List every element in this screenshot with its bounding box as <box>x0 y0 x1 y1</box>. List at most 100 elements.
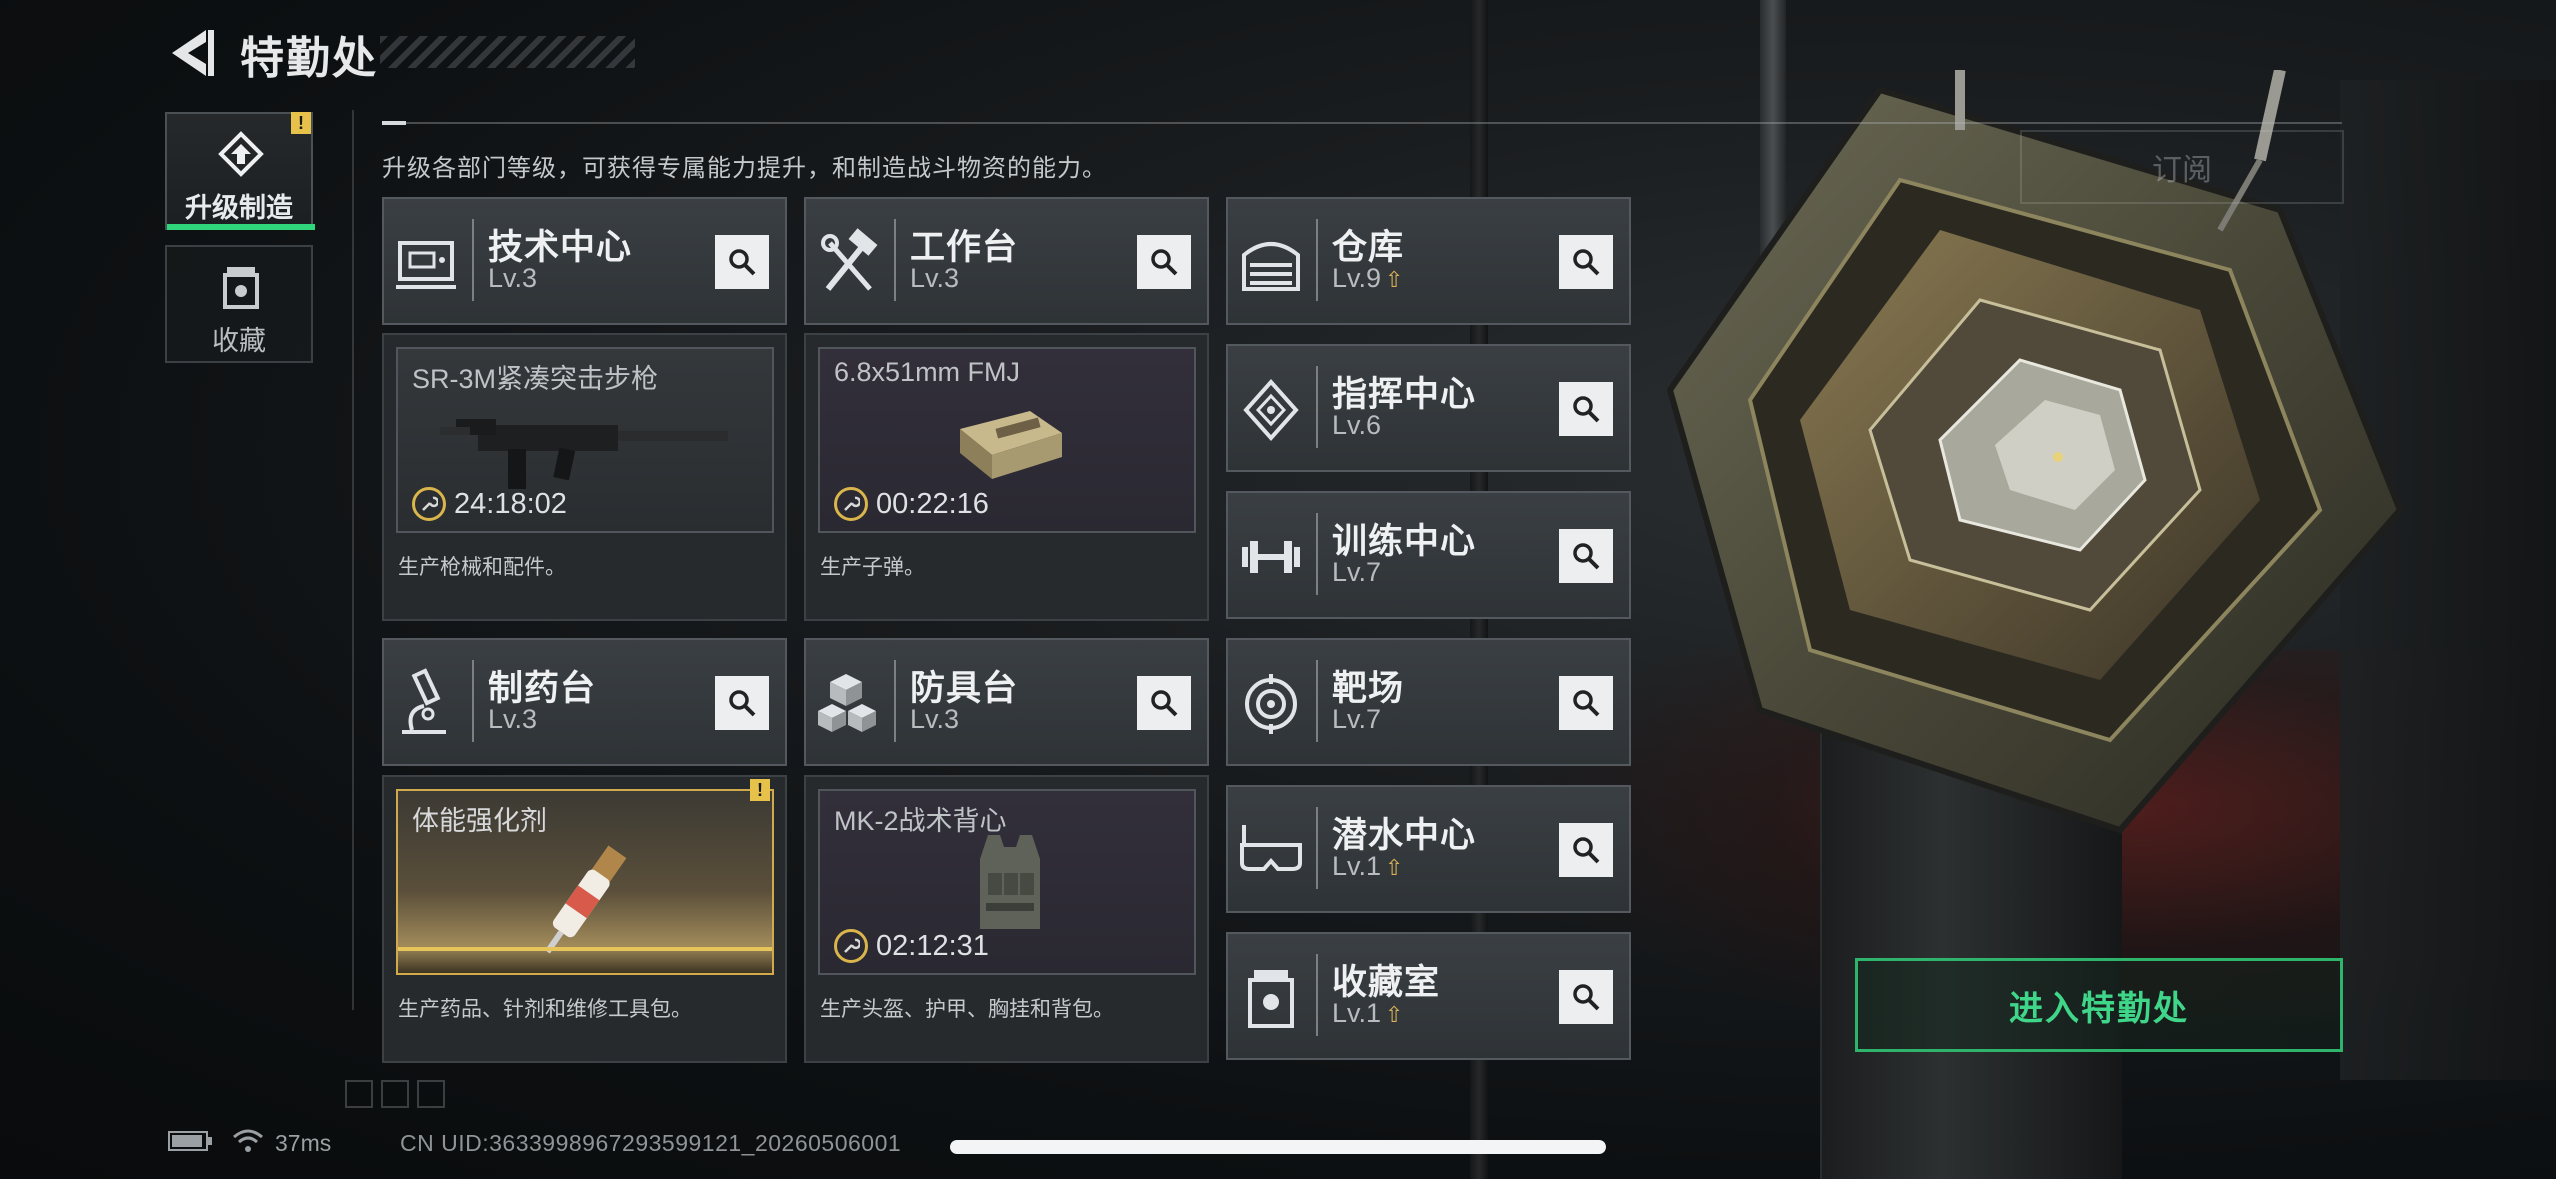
back-arrow-icon[interactable] <box>166 26 216 80</box>
title-decoration <box>380 36 635 68</box>
search-icon <box>729 690 756 717</box>
collection-jar-icon <box>223 267 259 309</box>
nav-active-indicator <box>167 224 315 230</box>
ready-progress-line <box>398 947 772 951</box>
production-item-name: 体能强化剂 <box>412 806 547 836</box>
search-button[interactable] <box>1559 382 1613 436</box>
subscribe-button[interactable]: 订阅 <box>2020 130 2344 204</box>
warehouse-shutter-icon <box>1242 242 1300 291</box>
department-card-training-center[interactable]: 训练中心 Lv.7 <box>1226 491 1631 619</box>
search-button[interactable] <box>1137 235 1191 289</box>
search-button[interactable] <box>1559 235 1613 289</box>
production-slot-ready[interactable]: 体能强化剂 <box>396 789 774 975</box>
wrench-icon <box>412 487 446 521</box>
department-card-warehouse[interactable]: 仓库 Lv.9 ⇧ <box>1226 197 1631 325</box>
nav-upgrade-alert-badge: ! <box>291 112 311 134</box>
production-timer-value: 02:12:31 <box>876 929 989 962</box>
wrench-icon <box>834 487 868 521</box>
search-icon <box>1573 249 1600 276</box>
production-panel-workbench[interactable]: 6.8x51mm FMJ 00:22:16 生产子弹。 <box>804 333 1209 621</box>
nav-divider <box>352 110 354 1010</box>
production-panel-pharmacy[interactable]: 体能强化剂 ! 生产药品、针剂和维修工具包。 <box>382 775 787 1063</box>
production-panel-armor[interactable]: MK-2战术背心 02:12:31 生产头盔、护甲、胸挂和背包。 <box>804 775 1209 1063</box>
rifle-image <box>440 419 728 489</box>
production-item-name: 6.8x51mm FMJ <box>834 357 1021 387</box>
production-slot[interactable]: 6.8x51mm FMJ 00:22:16 <box>818 347 1196 533</box>
production-item-name: SR-3M紧凑突击步枪 <box>412 364 659 394</box>
subscribe-label: 订阅 <box>2152 154 2212 187</box>
collection-jar-icon <box>1248 970 1294 1028</box>
production-slot[interactable]: MK-2战术背心 02:12:31 <box>818 789 1196 975</box>
production-timer: 00:22:16 <box>834 487 989 521</box>
search-icon <box>1151 249 1178 276</box>
search-icon <box>1573 396 1600 423</box>
header-divider-accent <box>382 121 406 125</box>
search-button[interactable] <box>1559 970 1613 1024</box>
wifi-icon <box>233 1129 263 1152</box>
production-description: 生产头盔、护甲、胸挂和背包。 <box>820 998 1114 1021</box>
production-ready-alert-badge: ! <box>750 779 770 801</box>
search-button[interactable] <box>715 676 769 730</box>
department-card-armor[interactable]: 防具台 Lv.3 <box>804 638 1209 766</box>
nav-tab-favorites[interactable]: 收藏 <box>165 245 313 363</box>
department-level: Lv.3 <box>910 704 960 734</box>
upgrade-available-icon: ⇧ <box>1385 267 1404 292</box>
enter-special-ops-label: 进入特勤处 <box>2009 989 2189 1028</box>
status-icons <box>168 1128 264 1154</box>
department-level: Lv.9 ⇧ <box>1332 263 1403 294</box>
search-icon <box>1151 690 1178 717</box>
target-icon <box>1245 674 1297 734</box>
search-icon <box>1573 984 1600 1011</box>
search-button[interactable] <box>1559 823 1613 877</box>
nav-tab-upgrade[interactable]: 升级制造 ! <box>165 112 315 230</box>
search-button[interactable] <box>1137 676 1191 730</box>
production-timer-value: 24:18:02 <box>454 487 567 520</box>
tech-center-icon <box>396 241 456 289</box>
department-level: Lv.7 <box>1332 704 1382 734</box>
department-card-workbench[interactable]: 工作台 Lv.3 <box>804 197 1209 325</box>
search-icon <box>1573 690 1600 717</box>
enter-special-ops-button[interactable]: 进入特勤处 <box>1855 958 2343 1052</box>
production-timer-value: 00:22:16 <box>876 487 989 520</box>
command-center-icon <box>1243 378 1299 442</box>
search-button[interactable] <box>1559 529 1613 583</box>
production-panel-tech-center[interactable]: SR-3M紧凑突击步枪 24:18:02 生产枪械和配件。 <box>382 333 787 621</box>
production-description: 生产药品、针剂和维修工具包。 <box>398 998 692 1021</box>
department-card-diving-center[interactable]: 潜水中心 Lv.1 ⇧ <box>1226 785 1631 913</box>
upgrade-build-icon <box>218 131 264 177</box>
department-card-pharmacy[interactable]: 制药台 Lv.3 <box>382 638 787 766</box>
ammo-box-image <box>960 411 1062 479</box>
department-level: Lv.3 <box>488 704 538 734</box>
department-level-value: Lv.1 <box>1332 851 1382 881</box>
page-title: 特勤处 <box>240 34 378 83</box>
department-card-shooting-range[interactable]: 靶场 Lv.7 <box>1226 638 1631 766</box>
production-timer: 24:18:02 <box>412 487 567 521</box>
department-level: Lv.7 <box>1332 557 1382 587</box>
department-level: Lv.6 <box>1332 410 1382 440</box>
home-indicator[interactable] <box>950 1140 1606 1154</box>
search-icon <box>729 249 756 276</box>
department-level: Lv.1 ⇧ <box>1332 851 1403 882</box>
nav-tab-upgrade-label: 升级制造 <box>185 193 293 223</box>
department-level-value: Lv.1 <box>1332 998 1382 1028</box>
intro-description: 升级各部门等级，可获得专属能力提升，和制造战斗物资的能力。 <box>382 155 1107 182</box>
user-uid: CN UID:3633998967293599121_20260506001 <box>400 1130 902 1156</box>
decorative-squares <box>345 1080 445 1108</box>
search-button[interactable] <box>1559 676 1613 730</box>
production-description: 生产子弹。 <box>820 556 925 579</box>
network-latency: 37ms <box>275 1130 332 1156</box>
production-timer: 02:12:31 <box>834 929 989 963</box>
upgrade-available-icon: ⇧ <box>1385 1002 1404 1027</box>
department-card-tech-center[interactable]: 技术中心 Lv.3 <box>382 197 787 325</box>
search-icon <box>1573 837 1600 864</box>
cubes-icon <box>818 674 876 732</box>
tactical-vest-image <box>980 835 1040 929</box>
department-level-value: Lv.9 <box>1332 263 1382 293</box>
department-card-collection-room[interactable]: 收藏室 Lv.1 ⇧ <box>1226 932 1631 1060</box>
department-level: Lv.3 <box>488 263 538 293</box>
department-card-command-center[interactable]: 指挥中心 Lv.6 <box>1226 344 1631 472</box>
search-button[interactable] <box>715 235 769 289</box>
hammer-wrench-icon <box>821 228 878 291</box>
production-slot[interactable]: SR-3M紧凑突击步枪 24:18:02 <box>396 347 774 533</box>
upgrade-available-icon: ⇧ <box>1385 855 1404 880</box>
